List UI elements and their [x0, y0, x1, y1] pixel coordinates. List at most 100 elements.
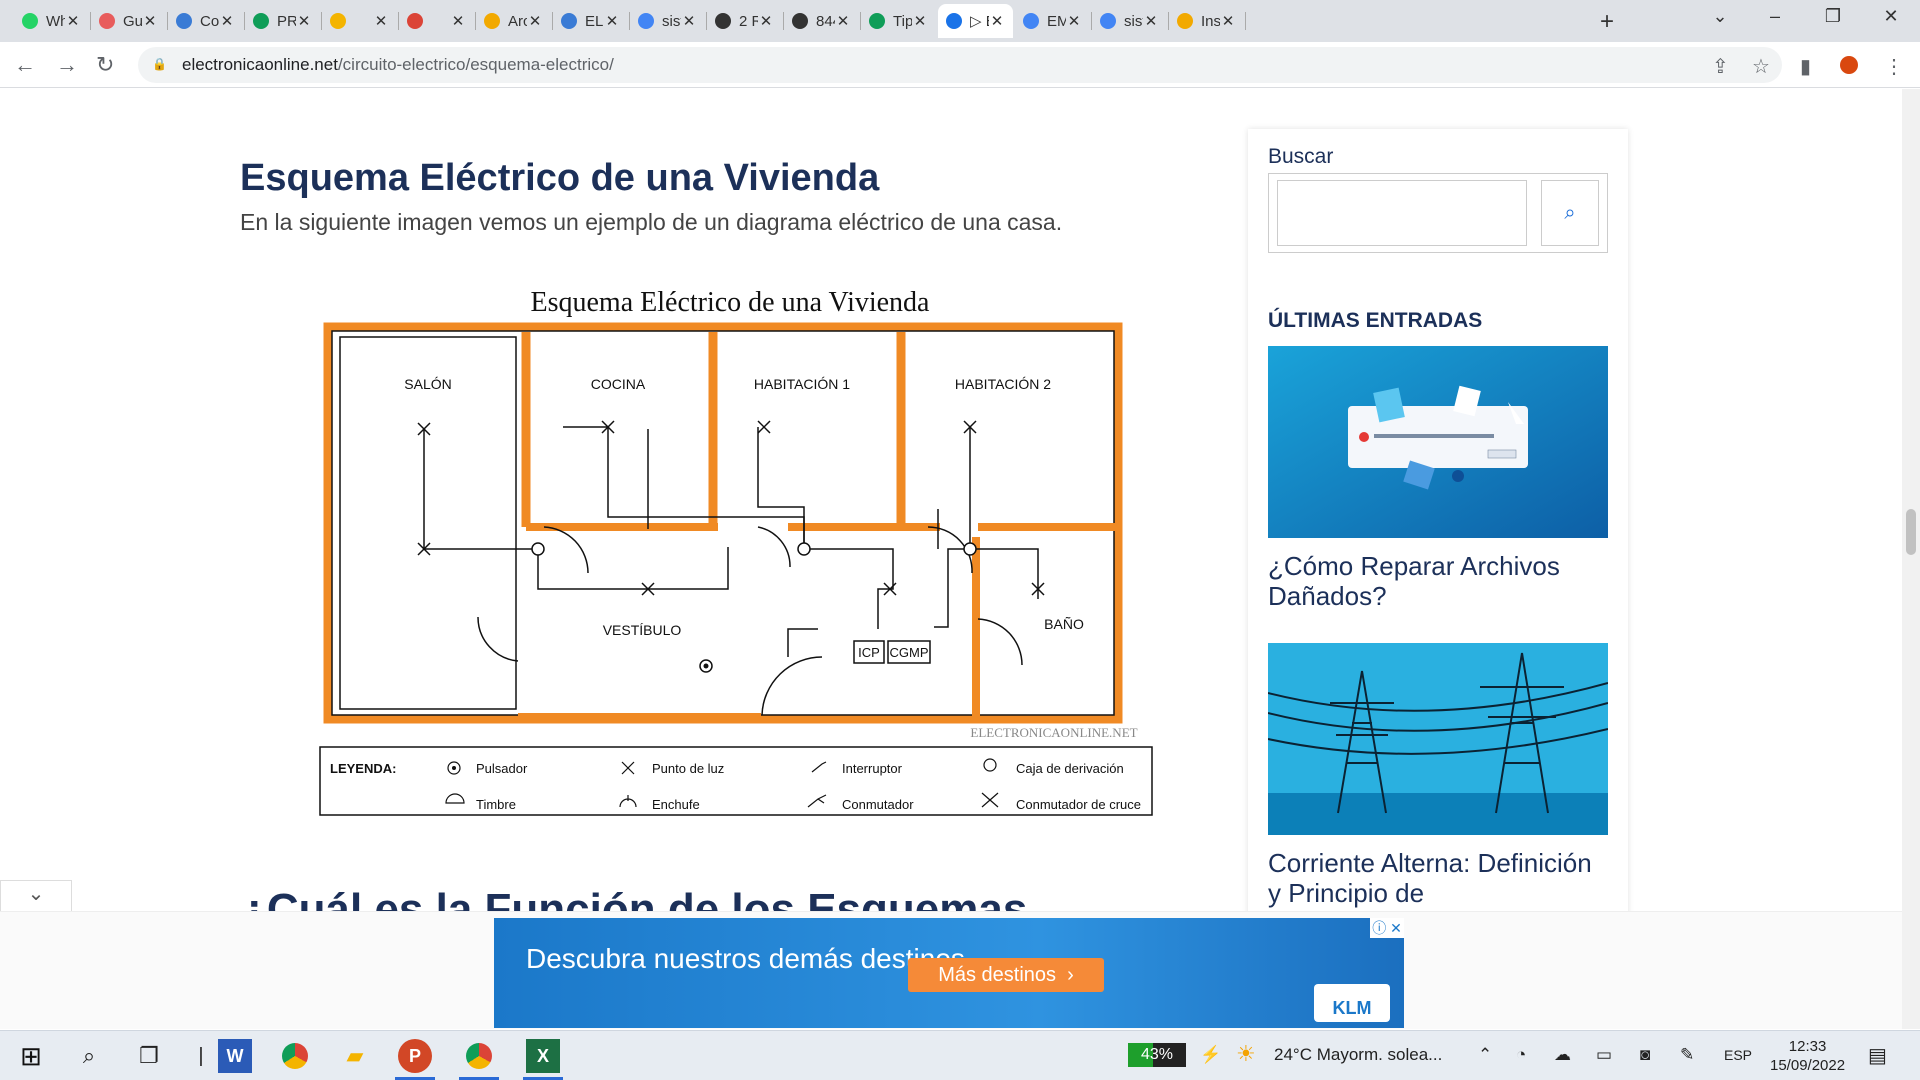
chevron-up-icon[interactable]: ⌃	[1478, 1045, 1492, 1065]
word-icon[interactable]: W	[218, 1039, 252, 1073]
tab-close-icon[interactable]: ✕	[65, 12, 81, 30]
minimize-button[interactable]: –	[1760, 6, 1790, 27]
legend-interruptor: Interruptor	[842, 761, 903, 776]
task-view-icon[interactable]: ❐	[132, 1039, 166, 1073]
tab-close-icon[interactable]: ✕	[1143, 12, 1159, 30]
search-label: Buscar	[1268, 145, 1334, 168]
chrome-icon[interactable]	[278, 1039, 312, 1073]
tab-close-icon[interactable]: ✕	[989, 12, 1005, 30]
tab-close-icon[interactable]: ✕	[1066, 12, 1082, 30]
language-indicator[interactable]: ESP	[1724, 1047, 1752, 1063]
cgmp-label: CGMP	[890, 645, 929, 660]
address-bar[interactable]: 🔒 electronicaonline.net/circuito-electri…	[138, 47, 1782, 83]
browser-tab[interactable]: Cop✕	[168, 4, 243, 38]
tab-close-icon[interactable]: ✕	[373, 12, 389, 30]
post-thumbnail-alternating-current[interactable]	[1268, 643, 1608, 835]
tab-title: Wh	[46, 12, 65, 30]
browser-tab[interactable]: sist✕	[1092, 4, 1167, 38]
camera-icon[interactable]: ◙	[1640, 1045, 1650, 1065]
post-title-repair[interactable]: ¿Cómo Reparar Archivos Dañados?	[1268, 551, 1608, 611]
folder-icon[interactable]: ▰	[338, 1039, 372, 1073]
tab-title: ▷ E	[970, 13, 989, 30]
tab-title: Inst	[1201, 12, 1220, 30]
chrome-profile-icon[interactable]	[462, 1039, 496, 1073]
tab-close-icon[interactable]: ✕	[450, 12, 466, 30]
excel-icon[interactable]: X	[526, 1039, 560, 1073]
browser-tab[interactable]: ✕	[322, 4, 397, 38]
tab-close-icon[interactable]: ✕	[912, 12, 928, 30]
notifications-icon[interactable]: ▤	[1868, 1043, 1887, 1068]
browser-tab[interactable]: ELE✕	[553, 4, 628, 38]
back-icon[interactable]: ←	[14, 52, 36, 78]
globe-icon	[715, 13, 731, 29]
tab-title: sist	[1124, 12, 1143, 30]
tab-close-icon[interactable]: ✕	[1220, 12, 1236, 30]
browser-tab[interactable]: Tipo✕	[861, 4, 936, 38]
search-form: ⌕	[1268, 173, 1608, 253]
powerpoint-icon[interactable]: P	[398, 1039, 432, 1073]
browser-tab[interactable]: EM ✕	[1015, 4, 1090, 38]
browser-tab[interactable]: PRC✕	[245, 4, 320, 38]
menu-icon[interactable]: ⋮	[1884, 54, 1904, 79]
weather-text[interactable]: 24°C Mayorm. solea...	[1274, 1045, 1442, 1065]
room-habitacion-1: HABITACIÓN 1	[754, 376, 850, 392]
tab-search-icon[interactable]: ⌄	[1705, 6, 1735, 27]
room-habitacion-2: HABITACIÓN 2	[955, 376, 1051, 392]
page-scrollbar[interactable]	[1902, 89, 1920, 1029]
post-thumbnail-repair[interactable]	[1268, 346, 1608, 538]
tab-close-icon[interactable]: ✕	[296, 12, 312, 30]
search-input[interactable]	[1277, 180, 1527, 246]
maximize-button[interactable]: ❐	[1818, 6, 1848, 27]
record-icon	[407, 13, 423, 29]
search-icon[interactable]: ⌕	[72, 1039, 106, 1073]
browser-tab[interactable]: 2 R ✕	[707, 4, 782, 38]
profile-avatar[interactable]	[1840, 56, 1858, 74]
browser-tab[interactable]: Inst✕	[1169, 4, 1244, 38]
ad-close-icon[interactable]: ⓘ ✕	[1370, 918, 1404, 938]
browser-tab[interactable]: 844✕	[784, 4, 859, 38]
browser-tab[interactable]: Guí✕	[91, 4, 166, 38]
new-tab-button[interactable]: +	[1600, 8, 1614, 36]
bookmark-star-icon[interactable]: ☆	[1752, 54, 1770, 79]
browser-tab[interactable]: ▷ E✕	[938, 4, 1013, 38]
pen-icon[interactable]: ✎	[1680, 1045, 1694, 1065]
battery-indicator[interactable]: 43%	[1128, 1043, 1186, 1067]
divider-icon: |	[198, 1044, 204, 1067]
search-button[interactable]: ⌕	[1541, 180, 1599, 246]
scrollbar-thumb[interactable]	[1906, 509, 1916, 555]
browser-tab[interactable]: Wh ✕	[14, 4, 89, 38]
cloud-icon[interactable]: ☁	[1554, 1045, 1571, 1065]
watermark: ELECTRONICAONLINE.NET	[970, 725, 1137, 740]
tab-title: Cop	[200, 12, 219, 30]
tab-close-icon[interactable]: ✕	[527, 12, 543, 30]
battery-icon[interactable]: ▭	[1596, 1045, 1612, 1065]
clock[interactable]: 12:33 15/09/2022	[1770, 1037, 1845, 1075]
network-icon[interactable]: ◔	[1516, 1045, 1526, 1065]
ad-cta-button[interactable]: Más destinos ›	[908, 958, 1104, 992]
tab-close-icon[interactable]: ✕	[142, 12, 158, 30]
whatsapp-icon	[22, 13, 38, 29]
tab-close-icon[interactable]: ✕	[835, 12, 851, 30]
tab-close-icon[interactable]: ✕	[758, 12, 774, 30]
forward-icon[interactable]: →	[56, 52, 78, 78]
c-icon	[561, 13, 577, 29]
post-title-alternating-current[interactable]: Corriente Alterna: Definición y Principi…	[1268, 848, 1608, 908]
reload-icon[interactable]: ↻	[96, 52, 114, 78]
start-icon[interactable]: ⊞	[14, 1039, 48, 1073]
side-panel-icon[interactable]: ▮	[1800, 54, 1811, 79]
close-window-button[interactable]: ✕	[1876, 6, 1906, 27]
ad-banner[interactable]: Descubra nuestros demás destinos Más des…	[494, 918, 1404, 1028]
url-text[interactable]: electronicaonline.net/circuito-electrico…	[182, 55, 614, 75]
chevron-down-icon[interactable]: ⌄	[0, 880, 72, 911]
gallery-icon	[1023, 13, 1039, 29]
google-icon	[1100, 13, 1116, 29]
room-bano: BAÑO	[1044, 616, 1084, 632]
tab-close-icon[interactable]: ✕	[681, 12, 697, 30]
browser-tab[interactable]: ✕	[399, 4, 474, 38]
share-icon[interactable]: ⇪	[1712, 54, 1729, 79]
browser-tab[interactable]: Arc ✕	[476, 4, 551, 38]
tab-close-icon[interactable]: ✕	[604, 12, 620, 30]
browser-tab[interactable]: sist✕	[630, 4, 705, 38]
tab-close-icon[interactable]: ✕	[219, 12, 235, 30]
drive-icon	[869, 13, 885, 29]
